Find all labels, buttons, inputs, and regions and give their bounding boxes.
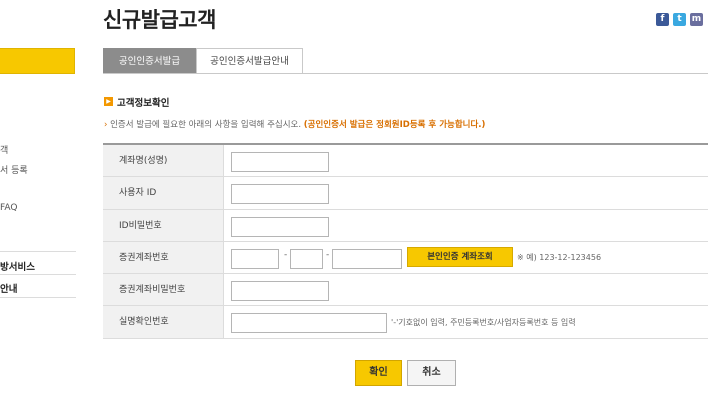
account-number-part3-input[interactable] bbox=[332, 248, 402, 269]
tab-certificate-issue[interactable]: 공인인증서발급 bbox=[103, 48, 196, 74]
account-dash: - bbox=[326, 249, 330, 260]
sidebar-active-item[interactable] bbox=[0, 48, 75, 74]
sidebar-item-faq[interactable]: FAQ bbox=[0, 203, 17, 213]
sidebar-item-service[interactable]: 방서비스 bbox=[0, 259, 35, 273]
user-id-input[interactable] bbox=[231, 184, 329, 205]
form-row-id-password: ID비밀번호 bbox=[103, 209, 708, 242]
id-number-hint: '-'기호없이 입력, 주민등록번호/사업자등록번호 등 입력 bbox=[391, 318, 576, 328]
form-row-id-number: 실명확인번호 '-'기호없이 입력, 주민등록번호/사업자등록번호 등 입력 bbox=[103, 306, 708, 339]
notice-text: › 인증서 발급에 필요한 아래의 사항을 입력해 주십시오. (공인인증서 발… bbox=[104, 118, 485, 130]
section-title: 고객정보확인 bbox=[117, 98, 170, 109]
form-row-account-password: 증권계좌비밀번호 bbox=[103, 274, 708, 307]
account-lookup-button[interactable]: 본인인증 계좌조회 bbox=[407, 246, 513, 267]
form-row-user-id: 사용자 ID bbox=[103, 177, 708, 210]
customer-info-form: 계좌명(성명) 사용자 ID ID비밀번호 증권계좌번호 - - 본인인증 계좌… bbox=[103, 143, 708, 339]
id-number-input[interactable] bbox=[231, 313, 387, 334]
form-row-account-name: 계좌명(성명) bbox=[103, 145, 708, 178]
id-number-label: 실명확인번호 bbox=[103, 306, 224, 338]
sidebar-item-2[interactable]: 서 등록 bbox=[0, 163, 28, 176]
sidebar-divider bbox=[0, 297, 76, 298]
notice-highlight: (공인인증서 발급은 정회원ID등록 후 가능합니다.) bbox=[303, 120, 486, 130]
account-name-input[interactable] bbox=[231, 152, 329, 172]
arrow-right-icon: ▶ bbox=[104, 97, 113, 106]
me2day-icon[interactable]: m bbox=[690, 13, 703, 26]
sidebar-item-1[interactable]: 객 bbox=[0, 143, 8, 156]
account-number-part1-input[interactable] bbox=[231, 248, 279, 269]
left-sidebar: 객 서 등록 FAQ 방서비스 안내 bbox=[0, 0, 76, 396]
account-dash: - bbox=[284, 249, 288, 260]
account-example-hint: ※ 예) 123-12-123456 bbox=[517, 252, 602, 262]
account-password-label: 증권계좌비밀번호 bbox=[103, 274, 224, 306]
id-password-input[interactable] bbox=[231, 216, 329, 237]
id-password-label: ID비밀번호 bbox=[103, 209, 224, 241]
sidebar-divider bbox=[0, 251, 76, 252]
page-title: 신규발급고객 bbox=[103, 8, 216, 32]
tab-certificate-guide[interactable]: 공인인증서발급안내 bbox=[196, 48, 303, 74]
bullet-icon: › bbox=[104, 120, 108, 130]
confirm-button[interactable]: 확인 bbox=[355, 360, 402, 386]
cancel-button[interactable]: 취소 bbox=[407, 360, 456, 386]
twitter-icon[interactable]: t bbox=[673, 13, 686, 26]
account-name-label: 계좌명(성명) bbox=[103, 145, 224, 177]
account-number-label: 증권계좌번호 bbox=[103, 241, 224, 274]
account-number-part2-input[interactable] bbox=[290, 248, 323, 269]
sidebar-divider bbox=[0, 274, 76, 275]
notice-main: 인증서 발급에 필요한 아래의 사항을 입력해 주십시오. bbox=[110, 120, 302, 130]
form-row-account-number: 증권계좌번호 - - 본인인증 계좌조회 ※ 예) 123-12-123456 bbox=[103, 241, 708, 275]
user-id-label: 사용자 ID bbox=[103, 177, 224, 209]
sidebar-item-guide[interactable]: 안내 bbox=[0, 281, 17, 295]
tab-divider bbox=[103, 73, 708, 74]
facebook-icon[interactable]: f bbox=[656, 13, 669, 26]
account-password-input[interactable] bbox=[231, 281, 329, 302]
